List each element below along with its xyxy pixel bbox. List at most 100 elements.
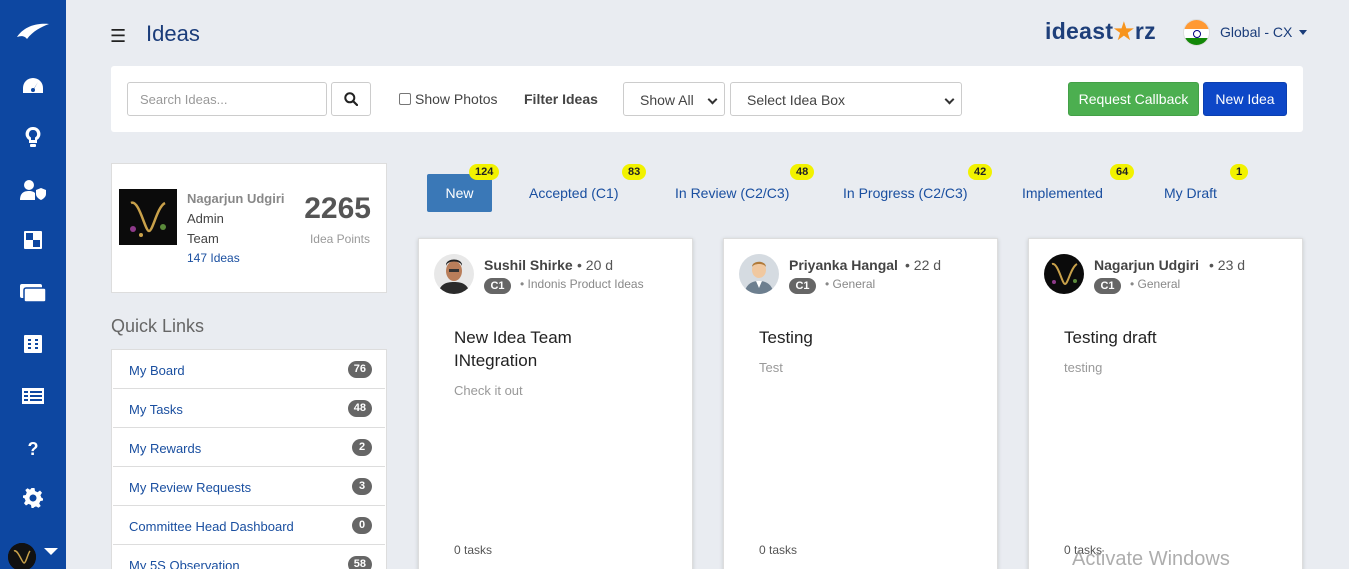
author-avatar[interactable]	[434, 254, 474, 294]
idea-age: • 22 d	[905, 257, 942, 273]
count-badge: 2	[352, 439, 372, 456]
quick-link-my-board[interactable]: My Board 76	[113, 350, 385, 389]
idea-card[interactable]: Nagarjun Udgiri • 23 d C1 • General Test…	[1028, 238, 1303, 569]
logo-icon[interactable]	[0, 16, 66, 46]
stage-badge: C1	[1094, 278, 1121, 294]
help-icon[interactable]: ?	[0, 434, 66, 464]
author-name[interactable]: Sushil Shirke	[484, 257, 573, 273]
sidebar: ?	[0, 0, 66, 569]
author-name[interactable]: Priyanka Hangal	[789, 257, 898, 273]
filter-toolbar: Show Photos Filter Ideas Show All Select…	[111, 66, 1303, 132]
quick-link-label[interactable]: My Rewards	[129, 441, 201, 456]
lightbulb-icon[interactable]	[0, 122, 66, 152]
quick-link-my-rewards[interactable]: My Rewards 2	[113, 428, 385, 467]
logo-text-suffix: rz	[1134, 18, 1156, 44]
chevron-down-icon	[707, 94, 718, 105]
profile-team: Team	[187, 231, 219, 246]
user-shield-icon[interactable]	[0, 175, 66, 205]
search-input[interactable]	[127, 82, 327, 116]
tab-my-draft[interactable]: My Draft	[1164, 174, 1217, 212]
quick-link-committee-head-dashboard[interactable]: Committee Head Dashboard 0	[113, 506, 385, 545]
search-button[interactable]	[331, 82, 371, 116]
quick-link-label[interactable]: My 5S Observation	[129, 558, 240, 569]
request-callback-button[interactable]: Request Callback	[1068, 82, 1199, 116]
filter-ideas-label: Filter Ideas	[524, 91, 598, 107]
profile-role: Admin	[187, 211, 224, 226]
tab-count-badge: 1	[1230, 164, 1249, 180]
profile-avatar[interactable]	[119, 189, 177, 245]
quick-link-label[interactable]: My Board	[129, 363, 185, 378]
idea-card[interactable]: Sushil Shirke • 20 d C1 • Indonis Produc…	[418, 238, 693, 569]
quick-link-label[interactable]: My Review Requests	[129, 480, 251, 495]
idea-description: Test	[759, 360, 783, 375]
show-photos-checkbox[interactable]	[399, 93, 411, 105]
region-selector[interactable]: Global - CX	[1220, 24, 1292, 40]
count-badge: 76	[347, 361, 372, 378]
count-badge: 58	[347, 556, 372, 569]
hamburger-icon[interactable]: ☰	[110, 26, 126, 47]
gallery-icon[interactable]	[0, 277, 66, 307]
quick-link-my-review-requests[interactable]: My Review Requests 3	[113, 467, 385, 506]
show-photos-label[interactable]: Show Photos	[415, 91, 498, 107]
chevron-down-icon	[944, 94, 955, 105]
idea-age: • 20 d	[577, 257, 614, 273]
idea-title[interactable]: Testing	[759, 326, 959, 349]
idea-description: Check it out	[454, 383, 523, 398]
idea-card[interactable]: Priyanka Hangal • 22 d C1 • General Test…	[723, 238, 998, 569]
user-menu-caret-icon[interactable]	[44, 548, 58, 555]
tab-count-badge: 48	[790, 164, 815, 180]
author-avatar[interactable]	[739, 254, 779, 294]
task-count: 0 tasks	[759, 543, 798, 557]
profile-card: Nagarjun Udgiri Admin Team 147 Ideas 226…	[111, 163, 387, 293]
tab-count-badge: 124	[469, 164, 500, 180]
dashboard-icon[interactable]	[0, 71, 66, 101]
quick-link-my-5s-observation[interactable]: My 5S Observation 58	[113, 545, 385, 569]
brand-logo[interactable]: ideast ★ rz	[1045, 16, 1156, 47]
quick-links-list: My Board 76 My Tasks 48 My Rewards 2 My …	[111, 349, 387, 569]
idea-box-category: • General	[825, 277, 876, 291]
tab-count-badge: 64	[1110, 164, 1135, 180]
new-idea-button[interactable]: New Idea	[1203, 82, 1287, 116]
idea-title[interactable]: Testing draft	[1064, 326, 1264, 349]
count-badge: 0	[352, 517, 372, 534]
author-avatar[interactable]	[1044, 254, 1084, 294]
quick-links-title: Quick Links	[111, 316, 205, 336]
quick-link-my-tasks[interactable]: My Tasks 48	[113, 389, 385, 428]
logo-text-prefix: ideast	[1045, 18, 1114, 44]
count-badge: 3	[352, 478, 372, 495]
tab-in-progress[interactable]: In Progress (C2/C3)	[843, 174, 967, 212]
count-badge: 48	[347, 400, 372, 417]
idea-box-category: • Indonis Product Ideas	[520, 277, 644, 291]
search-icon	[344, 92, 358, 106]
show-filter-select[interactable]: Show All	[623, 82, 725, 116]
india-flag-icon[interactable]	[1183, 19, 1210, 46]
tab-count-badge: 83	[622, 164, 647, 180]
region-caret-icon[interactable]	[1299, 30, 1307, 35]
stage-badge: C1	[484, 278, 511, 294]
profile-name[interactable]: Nagarjun Udgiri	[187, 191, 285, 206]
idea-title[interactable]: New Idea Team INtegration	[454, 326, 654, 372]
calendar-icon[interactable]	[0, 329, 66, 359]
quick-link-label[interactable]: Committee Head Dashboard	[129, 519, 294, 534]
board-icon[interactable]	[0, 225, 66, 255]
tab-count-badge: 42	[968, 164, 993, 180]
list-icon[interactable]	[0, 381, 66, 411]
tab-implemented[interactable]: Implemented	[1022, 174, 1103, 212]
idea-points-value: 2265	[304, 192, 371, 225]
idea-description: testing	[1064, 360, 1103, 375]
user-avatar[interactable]	[8, 543, 36, 569]
task-count: 0 tasks	[454, 543, 493, 557]
author-name[interactable]: Nagarjun Udgiri	[1094, 257, 1199, 273]
idea-box-category: • General	[1130, 277, 1181, 291]
tab-in-review[interactable]: In Review (C2/C3)	[675, 174, 789, 212]
tab-accepted[interactable]: Accepted (C1)	[529, 174, 618, 212]
profile-ideas-link[interactable]: 147 Ideas	[187, 251, 240, 265]
logo-star-icon: ★	[1112, 16, 1136, 46]
gear-icon[interactable]	[0, 483, 66, 513]
stage-badge: C1	[789, 278, 816, 294]
quick-link-label[interactable]: My Tasks	[129, 402, 183, 417]
show-filter-value: Show All	[640, 92, 694, 108]
page-title: Ideas	[146, 21, 200, 46]
idea-box-select[interactable]: Select Idea Box	[730, 82, 962, 116]
idea-age: • 23 d	[1209, 257, 1246, 273]
